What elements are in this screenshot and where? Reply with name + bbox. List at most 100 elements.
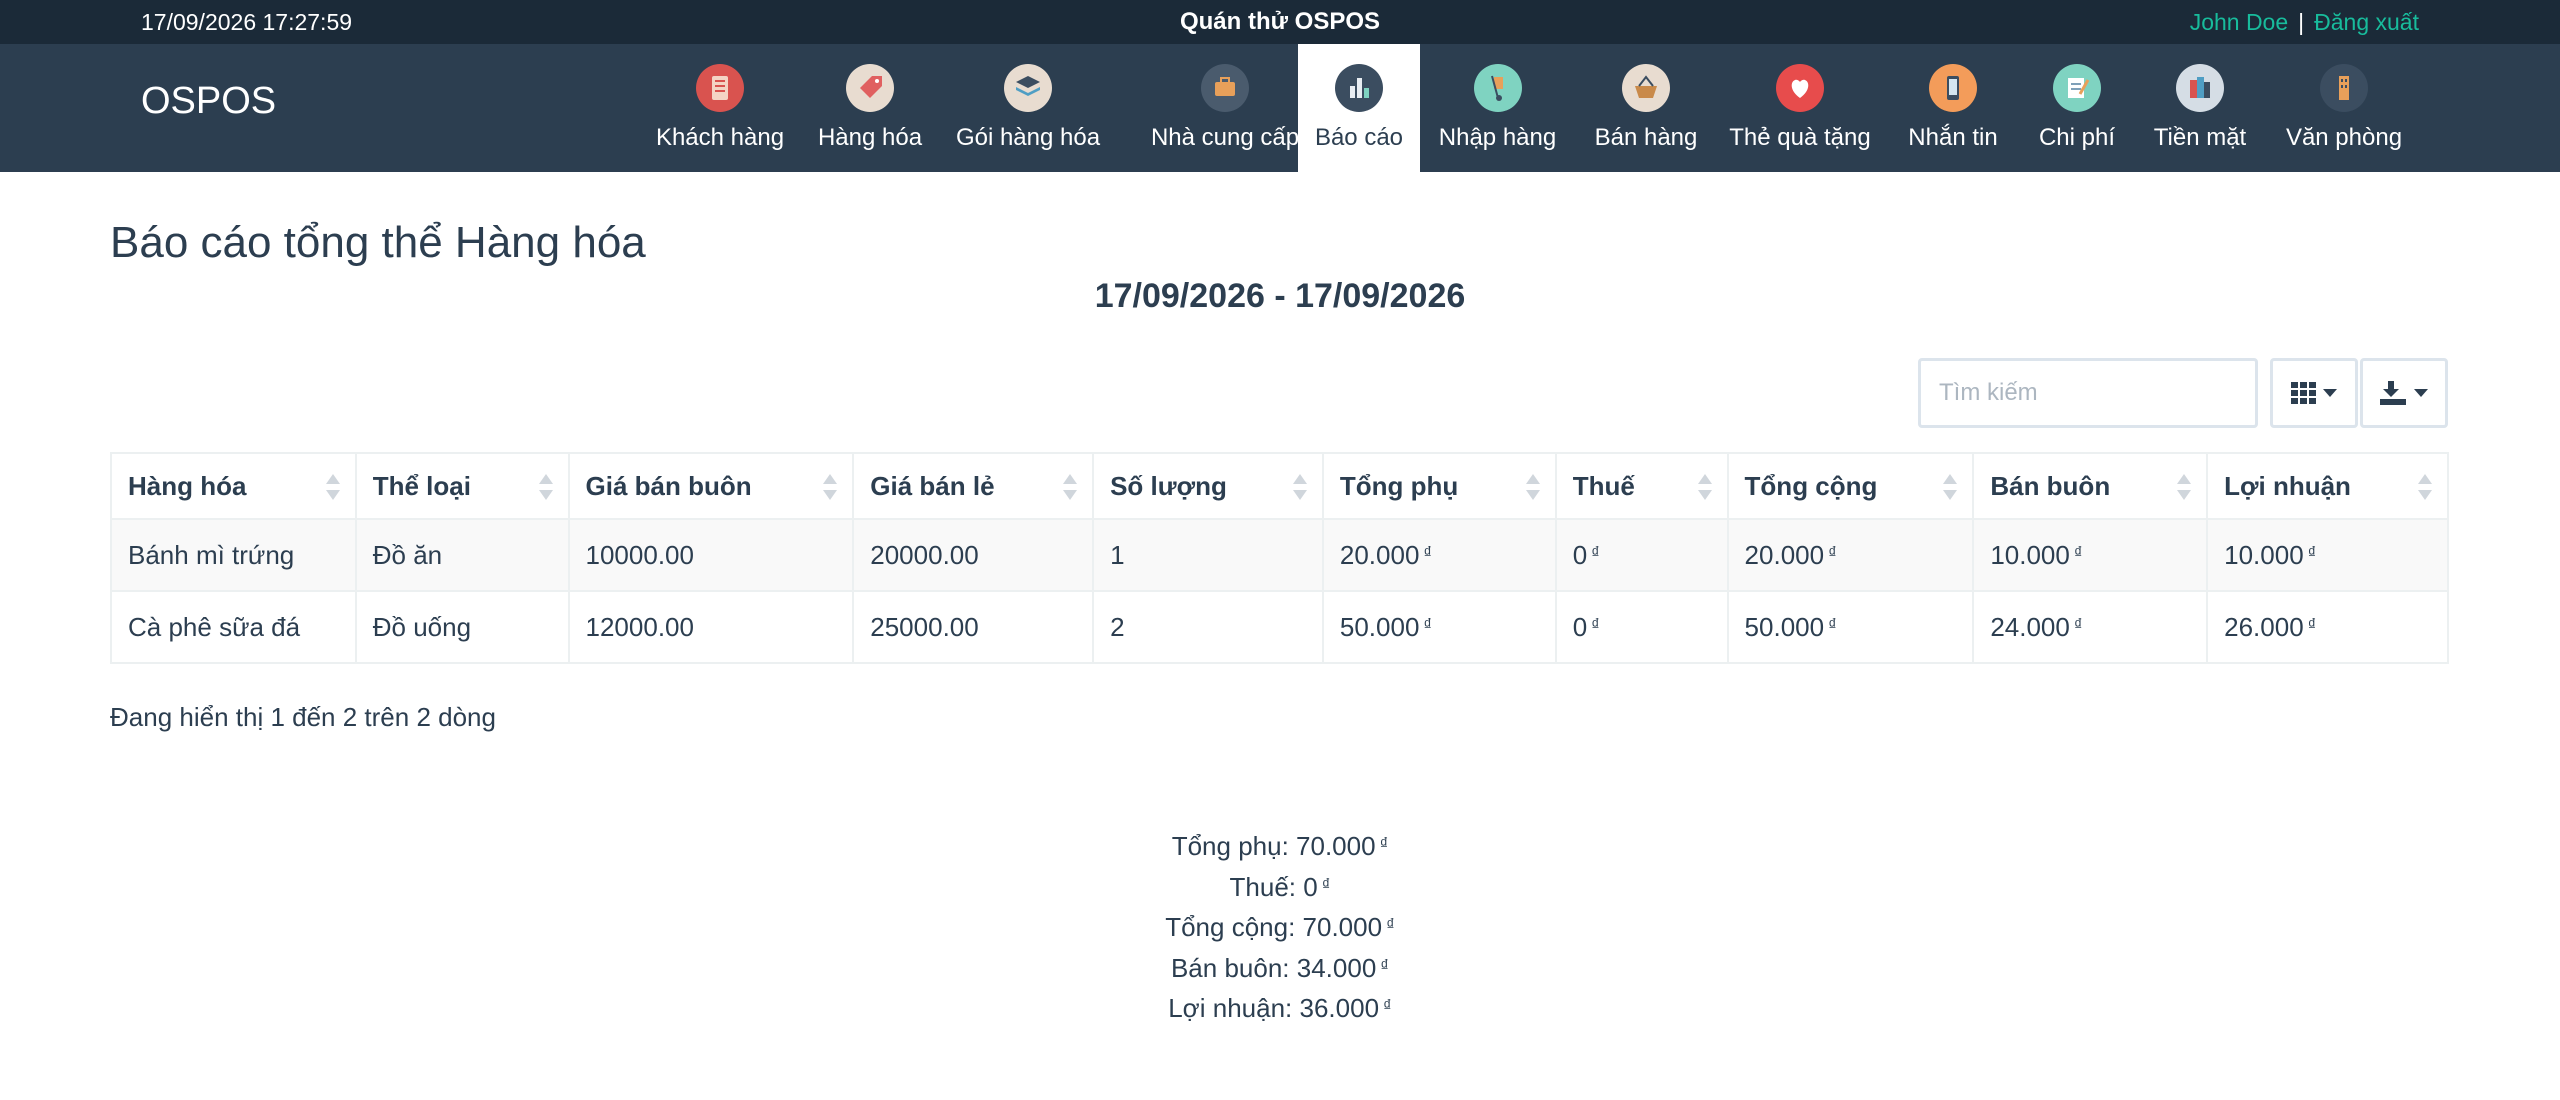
column-header[interactable]: Thể loại [354, 452, 570, 520]
cell-value: Đồ uống [372, 611, 472, 642]
nav-item-label: Nhắn tin [1908, 124, 1998, 151]
currency-symbol: ₫ [1423, 614, 1433, 634]
column-header-label: Hàng hóa [128, 470, 247, 501]
cell-value: 0 [1572, 611, 1588, 642]
table-cell: Đồ uống [354, 590, 570, 664]
table-cell: 0 ₫ [1554, 590, 1729, 664]
nav-item-8[interactable]: Thẻ quà tặng [1721, 44, 1879, 172]
summary-label: Tổng cộng: [1165, 912, 1296, 942]
export-button[interactable] [2360, 358, 2448, 428]
table-row: Bánh mì trứng Đồ ăn 10000.00 20000.00 1 20.00… [110, 518, 2449, 592]
cell-value: 10.000 [1990, 539, 2070, 570]
phone-icon [1929, 64, 1977, 112]
caret-down-icon [2323, 389, 2337, 397]
table-cell: 10.000 ₫ [1972, 518, 2209, 592]
summary-label: Tổng phụ: [1171, 831, 1289, 861]
summary-value: 36.000 [1299, 993, 1380, 1023]
nav-item-11[interactable]: Tiền mặt [2137, 44, 2263, 172]
currency-symbol: ₫ [2307, 614, 2317, 634]
summary-value: 70.000 [1296, 831, 1376, 861]
column-header[interactable]: Lợi nhuận [2206, 452, 2449, 520]
column-header-label: Thể loại [372, 470, 471, 501]
cell-value: 20.000 [1339, 539, 1420, 570]
column-header-label: Thuế [1572, 470, 1635, 501]
column-header-label: Bán buôn [1990, 470, 2111, 501]
grid-icon [2291, 382, 2316, 404]
table-cell: 1 [1092, 518, 1324, 592]
column-header[interactable]: Giá bán lẻ [852, 452, 1095, 520]
currency-symbol: ₫ [2073, 542, 2083, 562]
nav-item-2[interactable]: Hàng hóa [814, 44, 926, 172]
user-name-link[interactable]: John Doe [2190, 9, 2288, 35]
hand-truck-icon [1473, 64, 1522, 112]
currency-symbol: ₫ [1423, 542, 1433, 562]
summary-line: Bán buôn: 34.000 ₫ [0, 947, 2560, 988]
search-input[interactable] [1918, 358, 2258, 428]
nav-item-9[interactable]: Nhắn tin [1896, 44, 2010, 172]
bar-chart-icon [1335, 64, 1383, 112]
nav-item-label: Chi phí [2038, 124, 2116, 151]
table-cell: 26.000 ₫ [2206, 590, 2449, 664]
table-cell: 25000.00 [852, 590, 1095, 664]
sort-icon [1943, 474, 1958, 500]
column-header-label: Giá bán lẻ [870, 470, 995, 501]
table-cell: 0 ₫ [1554, 518, 1729, 592]
nav-item-label: Văn phòng [2285, 124, 2403, 151]
columns-toggle-button[interactable] [2270, 358, 2358, 428]
currency-symbol: ₫ [1380, 955, 1390, 975]
nav-item-12[interactable]: Văn phòng [2276, 44, 2412, 172]
column-header[interactable]: Tổng phụ [1321, 452, 1557, 520]
currency-symbol: ₫ [1828, 614, 1837, 634]
office-icon [2320, 64, 2368, 112]
table-header-row: Hàng hóa Thể loại Giá bán buôn Giá bán lẻ Số… [110, 452, 2449, 520]
logout-link[interactable]: Đăng xuất [2314, 9, 2419, 35]
nav-item-7[interactable]: Bán hàng [1585, 44, 1707, 172]
nav-item-1[interactable]: Khách hàng [653, 44, 787, 172]
table-cell: 12000.00 [567, 590, 855, 664]
report-summary: Tổng phụ: 70.000 ₫ Thuế: 0 ₫ Tổng cộng: 70.0… [0, 825, 2560, 1028]
table-cell: 20000.00 [852, 518, 1095, 592]
table-cell: 20.000 ₫ [1726, 518, 1975, 592]
sort-icon [1063, 474, 1078, 500]
cell-value: 2 [1110, 611, 1125, 642]
column-header[interactable]: Số lượng [1092, 452, 1324, 520]
summary-value: 70.000 [1302, 912, 1383, 942]
nav-item-4[interactable]: Nhà cung cấp [1128, 44, 1322, 172]
cell-value: 0 [1572, 539, 1588, 570]
nav-item-label: Thẻ quà tặng [1729, 124, 1871, 151]
cell-value: 50.000 [1744, 611, 1825, 642]
report-table: Hàng hóa Thể loại Giá bán buôn Giá bán lẻ Số… [110, 452, 2449, 664]
summary-line: Lợi nhuận: 36.000 ₫ [0, 987, 2560, 1028]
summary-value: 0 [1303, 871, 1318, 902]
table-cell: 50.000 ₫ [1321, 590, 1557, 664]
table-cell: 24.000 ₫ [1972, 590, 2209, 664]
books-icon [2176, 64, 2224, 112]
pagination-info: Đang hiển thị 1 đến 2 trên 2 dòng [110, 702, 496, 732]
cell-value: 26.000 [2224, 611, 2304, 642]
table-cell: Đồ ăn [354, 518, 570, 592]
table-cell: 20.000 ₫ [1321, 518, 1557, 592]
customers-icon [696, 64, 744, 112]
cell-value: 20.000 [1744, 539, 1825, 570]
brand-logo[interactable]: OSPOS [141, 80, 276, 123]
column-header[interactable]: Tổng cộng [1726, 452, 1975, 520]
notepad-icon [2053, 64, 2101, 112]
cell-value: 20000.00 [870, 539, 979, 570]
currency-symbol: ₫ [1591, 614, 1600, 634]
nav-item-3[interactable]: Gói hàng hóa [955, 44, 1101, 172]
column-header-label: Lợi nhuận [2224, 470, 2351, 501]
column-header[interactable]: Bán buôn [1972, 452, 2209, 520]
nav-item-5[interactable]: Báo cáo [1298, 44, 1420, 172]
column-header[interactable]: Thuế [1554, 452, 1729, 520]
main-navbar: OSPOS Khách hàng Hàng hóa Gói hàng hóa Nhà … [0, 44, 2560, 172]
column-header[interactable]: Hàng hóa [110, 452, 357, 520]
summary-label: Bán buôn: [1170, 952, 1290, 983]
table-row: Cà phê sữa đá Đồ uống 12000.00 25000.00 2 50.… [110, 590, 2449, 664]
column-header[interactable]: Giá bán buôn [567, 452, 855, 520]
cell-value: Đồ ăn [372, 539, 443, 570]
sort-icon [538, 474, 553, 500]
nav-item-10[interactable]: Chi phí [2031, 44, 2123, 172]
sort-icon [823, 474, 838, 500]
user-links: John Doe | Đăng xuất [2190, 9, 2419, 36]
nav-item-6[interactable]: Nhập hàng [1420, 44, 1575, 172]
